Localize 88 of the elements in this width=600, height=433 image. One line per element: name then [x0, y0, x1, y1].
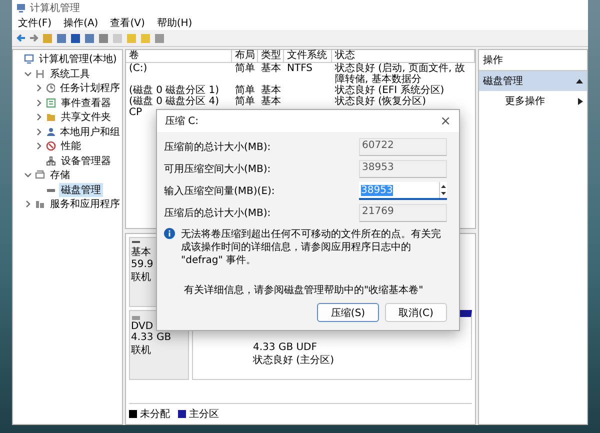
- close-button[interactable]: ×: [440, 114, 451, 128]
- clock-icon: [46, 83, 55, 94]
- readonly-field: 60722: [359, 138, 447, 156]
- info-text: 无法将卷压缩到超出任何不可移动的文件所在的点。有关完成该操作时间的详细信息，请参阅应用程序日志中的 "defrag" 事件。: [181, 228, 442, 267]
- tree-item[interactable]: 计算机管理(本地): [37, 52, 119, 66]
- table-cell-text: 简单: [234, 63, 256, 74]
- field-label: 输入压缩空间量(MB)(E):: [164, 184, 275, 198]
- submenu-arrow-icon: [578, 98, 583, 104]
- dialog-title: 压缩 C:: [165, 114, 199, 128]
- toolbar-icon[interactable]: [56, 32, 67, 44]
- readonly-field: 38953: [359, 160, 447, 178]
- computer-icon: [24, 54, 34, 64]
- device-icon: [46, 156, 56, 166]
- gauge-icon: [46, 141, 56, 152]
- column-header: 卷: [126, 50, 232, 63]
- dialog-button[interactable]: 压缩(S): [317, 303, 379, 322]
- disk-info: 基本: [131, 246, 152, 259]
- partition-info: 4.33 GB UDF: [253, 342, 318, 353]
- table-cell-text: CP: [128, 107, 144, 118]
- help-text: 有关详细信息，请参阅磁盘管理帮助中的"收缩基本卷": [184, 284, 424, 297]
- info-icon: [164, 228, 175, 239]
- table-cell-text: 状态良好 (启动, 页面文件, 故障转储, 基本数据分: [334, 63, 466, 85]
- toolbar-icon[interactable]: [70, 32, 81, 44]
- disk-info: 联机: [131, 270, 152, 284]
- table-cell-text: 基本: [260, 85, 282, 96]
- toolbar-icon[interactable]: [84, 32, 95, 44]
- action-item[interactable]: 更多操作: [479, 91, 587, 111]
- column-header: 文件系统: [284, 50, 332, 63]
- back-arrow-icon[interactable]: [16, 33, 26, 43]
- table-cell-text: 基本: [260, 96, 282, 107]
- disk-info: DVD: [131, 321, 154, 332]
- menu-item[interactable]: 操作(A): [64, 16, 98, 30]
- users-icon: [46, 126, 55, 137]
- tree-item[interactable]: 系统工具: [48, 66, 92, 81]
- table-cell-text: NTFS: [286, 63, 314, 74]
- dialog-button[interactable]: 取消(C): [385, 303, 447, 322]
- table-cell-text: (C:): [128, 63, 148, 74]
- menu-item[interactable]: 文件(F): [18, 16, 52, 30]
- legend-label: 未分配: [140, 408, 170, 421]
- chevron-right-icon[interactable]: [35, 142, 43, 150]
- chevron-down-icon[interactable]: [24, 171, 32, 180]
- chevron-right-icon[interactable]: [24, 200, 32, 208]
- field-label: 可用压缩空间大小(MB):: [164, 162, 271, 176]
- table-cell-text: (磁盘 0 磁盘分区 1): [128, 85, 220, 96]
- readonly-field: 21769: [359, 204, 447, 222]
- legend-label: 主分区: [189, 408, 219, 421]
- tree-item[interactable]: 服务和应用程序: [48, 197, 122, 212]
- services-icon: [35, 199, 45, 210]
- tree-item[interactable]: 本地用户和组: [58, 124, 122, 139]
- toolbar-icon[interactable]: [98, 32, 109, 44]
- table-cell-text: 简单: [234, 96, 256, 107]
- tree-item[interactable]: 性能: [59, 139, 83, 154]
- tree-item[interactable]: 任务计划程序: [58, 81, 122, 96]
- tree-item[interactable]: 事件查看器: [59, 96, 113, 110]
- column-header: 布局: [232, 50, 258, 63]
- table-cell-text: 状态良好 (恢复分区): [334, 96, 427, 107]
- field-label: 压缩后的总计大小(MB):: [164, 206, 271, 220]
- up-arrow-icon: [440, 183, 447, 190]
- menu-item[interactable]: 帮助(H): [156, 16, 192, 30]
- disk-info: 4.33 GB: [131, 332, 172, 343]
- tree-item[interactable]: 存储: [48, 168, 72, 182]
- storage-icon: [35, 170, 45, 180]
- chevron-right-icon[interactable]: [35, 128, 43, 136]
- window-title: 计算机管理: [30, 2, 80, 15]
- disk-info: 联机: [131, 344, 152, 357]
- tree-item[interactable]: 共享文件夹: [59, 110, 113, 124]
- table-cell-text: 状态良好 (EFI 系统分区): [334, 85, 446, 96]
- column-header: 类型: [258, 50, 284, 63]
- table-cell-text: 基本: [260, 63, 282, 74]
- computer-icon: [16, 3, 26, 13]
- partition-info: 状态良好 (主分区): [253, 354, 335, 367]
- tree-item[interactable]: 设备管理器: [59, 154, 113, 168]
- down-arrow-icon: [440, 190, 447, 197]
- collapse-arrow-icon[interactable]: [576, 78, 583, 84]
- menu-item[interactable]: 查看(V): [110, 16, 145, 30]
- chevron-right-icon[interactable]: [35, 98, 43, 107]
- tree-item[interactable]: 磁盘管理: [59, 182, 103, 197]
- field-label: 压缩前的总计大小(MB):: [164, 140, 271, 154]
- log-icon: [46, 98, 56, 108]
- column-header: 状态: [332, 50, 475, 63]
- chevron-down-icon[interactable]: [24, 70, 32, 78]
- chevron-right-icon[interactable]: [35, 84, 43, 92]
- table-cell-text: 简单: [234, 85, 256, 96]
- folder-icon: [46, 112, 56, 122]
- forward-arrow-icon[interactable]: [29, 33, 39, 43]
- chevron-right-icon[interactable]: [35, 113, 43, 122]
- actions-section[interactable]: 磁盘管理: [479, 71, 587, 91]
- table-cell-text: (磁盘 0 磁盘分区 4): [128, 96, 220, 107]
